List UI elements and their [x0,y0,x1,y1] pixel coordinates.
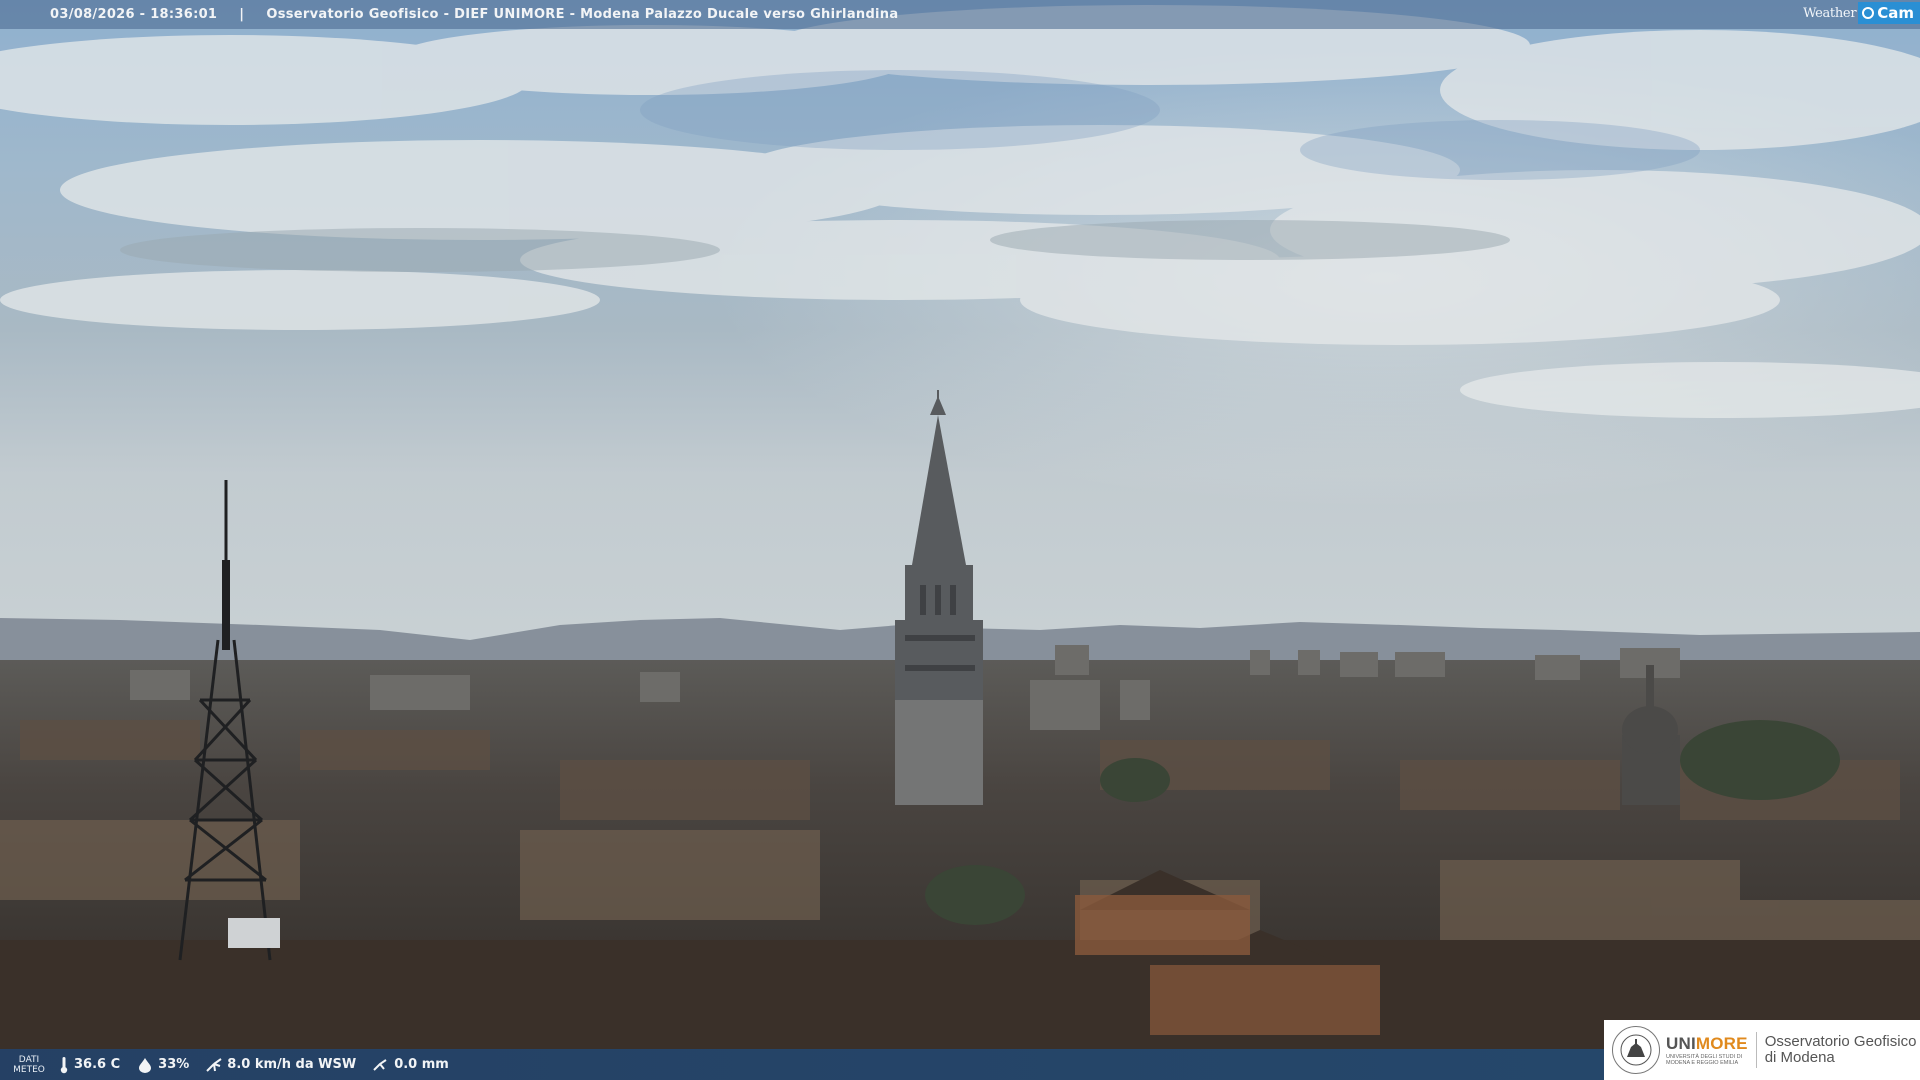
timestamp: 03/08/2026 - 18:36:01 [50,7,218,22]
meteo-label: DATI METEO [0,1055,58,1075]
rain-gauge-icon [373,1058,387,1071]
webcam-scene [0,0,1920,1080]
logo-divider [1755,1032,1757,1068]
banner-separator: | [239,7,245,22]
unimore-logo-panel: UNIMORE UNIVERSITÀ DEGLI STUDI DI MODENA… [1604,1020,1920,1080]
humidity-reading: 33% [136,1057,189,1073]
rain-value: 0.0 mm [394,1057,449,1072]
humidity-value: 33% [158,1057,190,1072]
unimore-suffix: MORE [1695,1034,1748,1053]
wind-icon [206,1057,222,1072]
meteo-label-line2: METEO [13,1064,45,1075]
webcam-frame: 03/08/2026 - 18:36:01 | Osservatorio Geo… [0,0,1920,1080]
brand-cam-badge: Cam [1858,2,1920,24]
meteo-label-line1: DATI [18,1054,40,1065]
humidity-drop-icon [139,1057,152,1073]
weathercam-brand: Weather Cam [1803,0,1920,26]
temperature-reading: 36.6 C [58,1056,120,1074]
temperature-value: 36.6 C [74,1057,121,1072]
meteo-bar: DATI METEO 36.6 C 33% 8.0 km/h da WSW 0.… [0,1049,1604,1080]
overlay-banner: 03/08/2026 - 18:36:01 | Osservatorio Geo… [0,0,1920,29]
rain-reading: 0.0 mm [372,1057,449,1073]
camera-lens-icon [1862,7,1875,19]
thermometer-icon [60,1056,68,1073]
observatory-line2: di Modena [1764,1049,1835,1066]
wind-reading: 8.0 km/h da WSW [205,1057,356,1073]
wind-value: 8.0 km/h da WSW [227,1057,357,1072]
observatory-name: Osservatorio Geofisico di Modena [1765,1034,1917,1066]
brand-weather-text: Weather [1803,5,1857,21]
unimore-wordmark: UNIMORE UNIVERSITÀ DEGLI STUDI DI MODENA… [1666,1034,1748,1066]
unimore-subtitle: UNIVERSITÀ DEGLI STUDI DI MODENA E REGGI… [1666,1054,1743,1066]
observatory-line1: Osservatorio Geofisico [1764,1033,1917,1050]
unimore-name: UNIMORE [1666,1034,1748,1054]
university-seal-icon [1612,1026,1660,1074]
camera-title: Osservatorio Geofisico - DIEF UNIMORE - … [266,7,899,22]
unimore-prefix: UNI [1666,1034,1696,1053]
brand-cam-text: Cam [1877,4,1914,22]
